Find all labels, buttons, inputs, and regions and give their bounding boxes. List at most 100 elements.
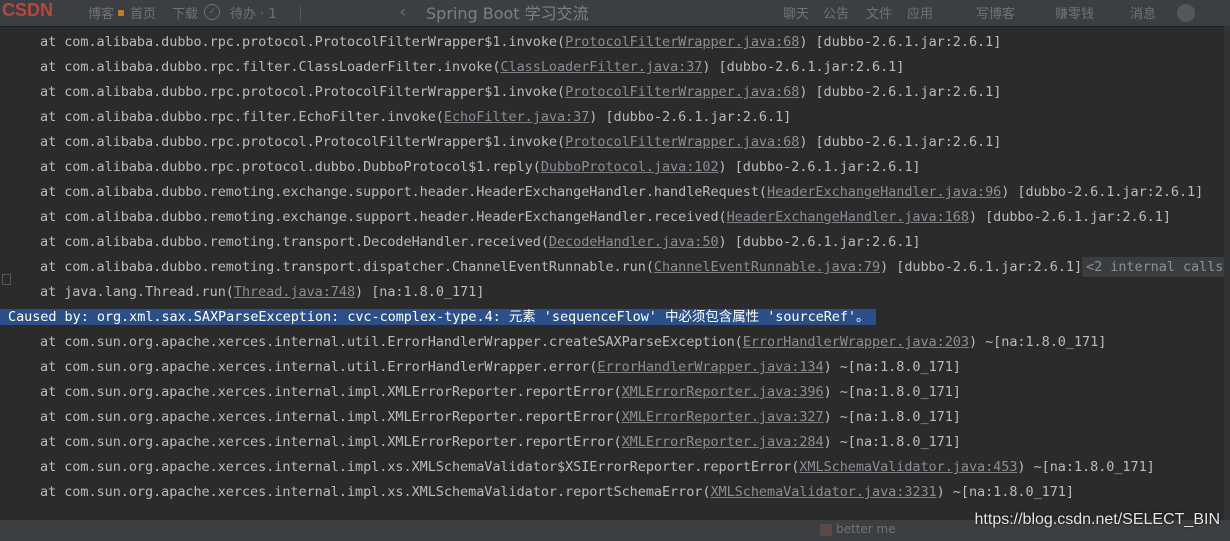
tab-download[interactable]: 下载 <box>172 3 198 22</box>
source-link[interactable]: HeaderExchangeHandler.java:96 <box>767 184 1001 200</box>
orange-dot-icon <box>118 10 124 16</box>
source-link[interactable]: XMLErrorReporter.java:396 <box>622 384 824 400</box>
stack-frame-text: at com.alibaba.dubbo.remoting.exchange.s… <box>40 209 727 225</box>
stack-frame-text: at com.sun.org.apache.xerces.internal.im… <box>40 459 800 475</box>
stack-trace-line: at com.sun.org.apache.xerces.internal.im… <box>0 405 961 430</box>
stack-frame-text: at com.alibaba.dubbo.rpc.protocol.Protoc… <box>40 84 566 100</box>
back-chevron-icon[interactable]: ‹ <box>398 2 408 21</box>
source-link[interactable]: Thread.java:748 <box>234 284 355 300</box>
stack-frame-text: at com.alibaba.dubbo.rpc.filter.EchoFilt… <box>40 109 444 125</box>
user-avatar <box>820 524 832 536</box>
jar-info: ) ~[na:1.8.0_171] <box>823 384 961 400</box>
stack-frame-text: at com.alibaba.dubbo.remoting.exchange.s… <box>40 184 767 200</box>
source-link[interactable]: EchoFilter.java:37 <box>444 109 589 125</box>
stack-trace-line: at com.sun.org.apache.xerces.internal.im… <box>0 380 961 405</box>
stack-trace-line: at com.alibaba.dubbo.rpc.protocol.dubbo.… <box>0 155 921 180</box>
watermark: https://blog.csdn.net/SELECT_BIN <box>974 511 1220 528</box>
source-link[interactable]: ProtocolFilterWrapper.java:68 <box>565 34 799 50</box>
jar-info: ) [dubbo-2.6.1.jar:2.6.1] <box>589 109 792 125</box>
stack-frame-text: at com.sun.org.apache.xerces.internal.im… <box>40 434 622 450</box>
jar-info: ) [dubbo-2.6.1.jar:2.6.1] <box>880 259 1083 275</box>
source-link[interactable]: ProtocolFilterWrapper.java:68 <box>565 134 799 150</box>
stack-frame-text: at com.sun.org.apache.xerces.internal.im… <box>40 484 711 500</box>
stack-trace-line: at com.alibaba.dubbo.rpc.protocol.Protoc… <box>0 130 1001 155</box>
jar-info: ) [dubbo-2.6.1.jar:2.6.1] <box>799 134 1002 150</box>
browser-top-strip: CSDN 博客 首页 下载 ✓ 待办 · 1 ‹ Spring Boot 学习交… <box>0 0 1230 27</box>
jar-info: ) [dubbo-2.6.1.jar:2.6.1] <box>702 59 905 75</box>
messages-link[interactable]: 消息 <box>1130 3 1156 22</box>
jar-info: ) [dubbo-2.6.1.jar:2.6.1] <box>968 209 1171 225</box>
jar-info: ) [dubbo-2.6.1.jar:2.6.1] <box>799 84 1002 100</box>
stack-trace-line: at com.sun.org.apache.xerces.internal.ut… <box>0 355 961 380</box>
tab-blog[interactable]: 博客 <box>88 3 114 22</box>
jar-info: ) [na:1.8.0_171] <box>355 284 485 300</box>
jar-info: ) ~[na:1.8.0_171] <box>1017 459 1155 475</box>
source-link[interactable]: XMLErrorReporter.java:327 <box>622 409 824 425</box>
stack-frame-text: at com.alibaba.dubbo.rpc.filter.ClassLoa… <box>40 59 501 75</box>
stack-trace-line: at java.lang.Thread.run(Thread.java:748)… <box>0 280 484 305</box>
stack-trace-line: at com.sun.org.apache.xerces.internal.ut… <box>0 330 1106 355</box>
jar-info: ) [dubbo-2.6.1.jar:2.6.1] <box>718 234 921 250</box>
stack-frame-text: at com.alibaba.dubbo.rpc.protocol.Protoc… <box>40 34 566 50</box>
source-link[interactable]: XMLErrorReporter.java:284 <box>622 434 824 450</box>
chat-link-chat[interactable]: 聊天 <box>783 3 809 22</box>
source-link[interactable]: DecodeHandler.java:50 <box>549 234 719 250</box>
fold-marker-icon[interactable] <box>2 274 11 285</box>
chat-title: Spring Boot 学习交流 <box>426 4 589 23</box>
caused-by-exception-text[interactable]: Caused by: org.xml.sax.SAXParseException… <box>0 309 876 325</box>
chat-link-apps[interactable]: 应用 <box>907 3 933 22</box>
jar-info: ) ~[na:1.8.0_171] <box>936 484 1074 500</box>
divider <box>300 6 301 20</box>
stack-trace-line: at com.alibaba.dubbo.remoting.exchange.s… <box>0 205 1171 230</box>
source-link[interactable]: ErrorHandlerWrapper.java:203 <box>743 334 969 350</box>
jar-info: ) ~[na:1.8.0_171] <box>823 409 961 425</box>
jar-info: ) [dubbo-2.6.1.jar:2.6.1] <box>718 159 921 175</box>
chat-link-notice[interactable]: 公告 <box>823 3 849 22</box>
source-link[interactable]: XMLSchemaValidator.java:3231 <box>710 484 936 500</box>
earn-link[interactable]: 赚零钱 <box>1055 3 1094 22</box>
stack-trace-line: at com.alibaba.dubbo.remoting.exchange.s… <box>0 180 1203 205</box>
check-circle-icon: ✓ <box>204 4 220 20</box>
source-link[interactable]: HeaderExchangeHandler.java:168 <box>727 209 969 225</box>
stack-trace-line: at com.alibaba.dubbo.rpc.protocol.Protoc… <box>0 80 1001 105</box>
stack-frame-text: at java.lang.Thread.run( <box>40 284 234 300</box>
stack-trace-line: at com.alibaba.dubbo.rpc.filter.EchoFilt… <box>0 105 791 130</box>
stack-frame-text: at com.sun.org.apache.xerces.internal.ut… <box>40 359 598 375</box>
source-link[interactable]: ProtocolFilterWrapper.java:68 <box>565 84 799 100</box>
source-link[interactable]: ChannelEventRunnable.java:79 <box>654 259 880 275</box>
stack-frame-text: at com.alibaba.dubbo.remoting.transport.… <box>40 234 549 250</box>
scrollbar[interactable] <box>1224 26 1230 526</box>
jar-info: ) ~[na:1.8.0_171] <box>823 359 961 375</box>
todo-label[interactable]: 待办 · 1 <box>230 3 277 22</box>
stack-frame-text: at com.alibaba.dubbo.rpc.protocol.dubbo.… <box>40 159 541 175</box>
tab-home[interactable]: 首页 <box>130 3 156 22</box>
jar-info: ) ~[na:1.8.0_171] <box>968 334 1107 350</box>
stack-frame-text: at com.alibaba.dubbo.remoting.transport.… <box>40 259 654 275</box>
caused-by-line[interactable]: Caused by: org.xml.sax.SAXParseException… <box>0 305 876 330</box>
avatar[interactable] <box>1177 4 1195 22</box>
jar-info: ) ~[na:1.8.0_171] <box>823 434 961 450</box>
stack-frame-text: at com.sun.org.apache.xerces.internal.im… <box>40 409 622 425</box>
source-link[interactable]: DubboProtocol.java:102 <box>541 159 719 175</box>
jar-info: ) [dubbo-2.6.1.jar:2.6.1] <box>1001 184 1204 200</box>
ghost-username: better me <box>836 522 896 536</box>
write-blog-link[interactable]: 写博客 <box>976 3 1015 22</box>
chat-link-files[interactable]: 文件 <box>866 3 892 22</box>
stack-trace-line: at com.alibaba.dubbo.remoting.transport.… <box>0 255 1228 280</box>
stack-trace-line: at com.sun.org.apache.xerces.internal.im… <box>0 430 961 455</box>
stack-trace-line: at com.sun.org.apache.xerces.internal.im… <box>0 455 1155 480</box>
stack-trace-line: at com.alibaba.dubbo.remoting.transport.… <box>0 230 921 255</box>
csdn-logo[interactable]: CSDN <box>2 0 53 21</box>
internal-calls-toggle[interactable]: <2 internal calls> <box>1082 257 1228 277</box>
stack-frame-text: at com.sun.org.apache.xerces.internal.ut… <box>40 334 743 350</box>
stack-trace-line: at com.alibaba.dubbo.rpc.filter.ClassLoa… <box>0 55 904 80</box>
source-link[interactable]: XMLSchemaValidator.java:453 <box>799 459 1017 475</box>
stack-trace-line: at com.sun.org.apache.xerces.internal.im… <box>0 480 1074 505</box>
stack-frame-text: at com.sun.org.apache.xerces.internal.im… <box>40 384 622 400</box>
console-output[interactable]: at com.alibaba.dubbo.rpc.protocol.Protoc… <box>0 30 1228 520</box>
jar-info: ) [dubbo-2.6.1.jar:2.6.1] <box>799 34 1002 50</box>
source-link[interactable]: ClassLoaderFilter.java:37 <box>500 59 702 75</box>
stack-trace-line: at com.alibaba.dubbo.rpc.protocol.Protoc… <box>0 30 1001 55</box>
source-link[interactable]: ErrorHandlerWrapper.java:134 <box>597 359 823 375</box>
stack-frame-text: at com.alibaba.dubbo.rpc.protocol.Protoc… <box>40 134 566 150</box>
